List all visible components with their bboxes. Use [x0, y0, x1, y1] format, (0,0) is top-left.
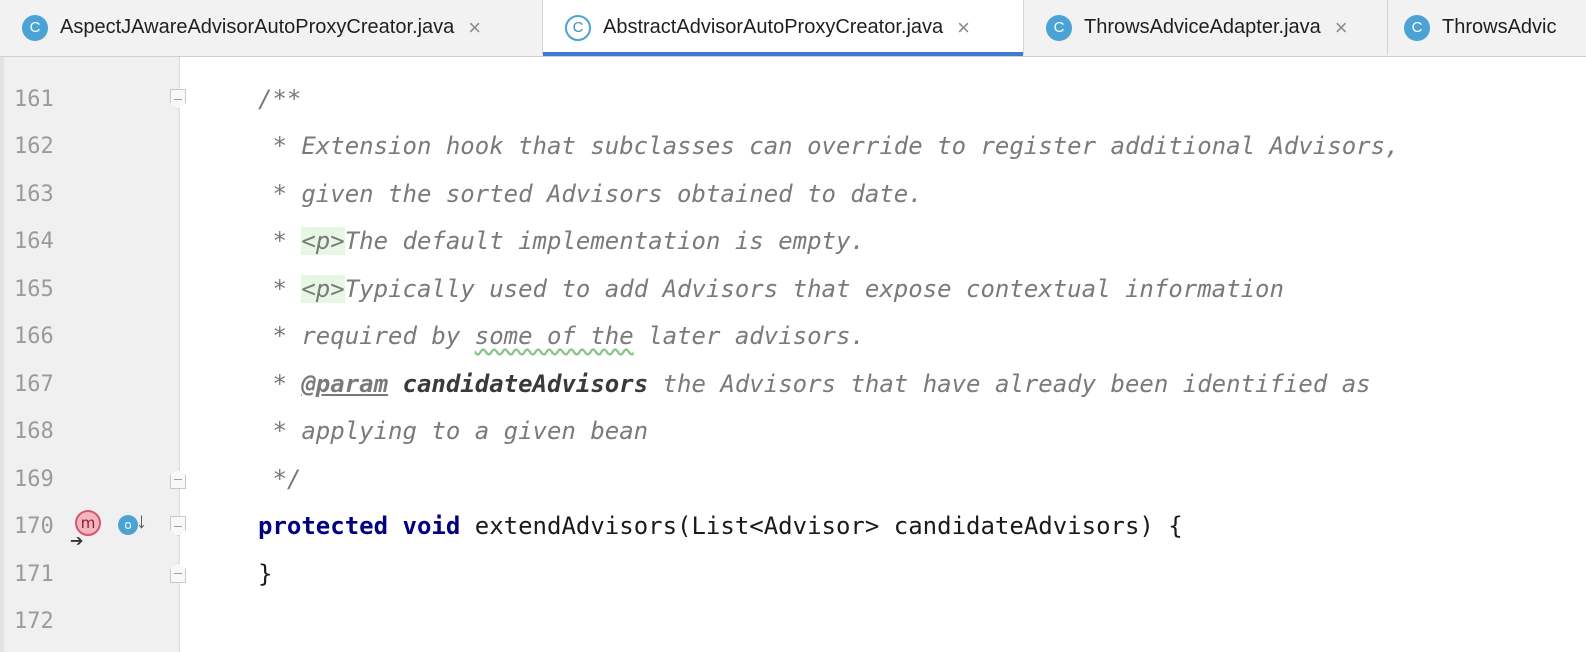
line-number: 170 [14, 514, 54, 539]
code-line-166: * required by some of the later advisors… [258, 313, 865, 360]
gutter-edge [0, 57, 4, 652]
tab-label: ThrowsAdviceAdapter.java [1084, 16, 1321, 38]
code-line-171: } [258, 560, 273, 588]
keyword-void: void [402, 512, 461, 540]
keyword-protected: protected [258, 512, 389, 540]
line-number: 164 [14, 229, 54, 254]
tab-throws-advice-adapter[interactable]: C ThrowsAdviceAdapter.java × [1024, 0, 1388, 55]
comment-text: * required by [258, 322, 475, 350]
tab-label: ThrowsAdvic [1442, 16, 1557, 38]
code-line-161: /** [258, 85, 302, 113]
comment-text: the Advisors that have already been iden… [648, 370, 1371, 398]
tab-label: AbstractAdvisorAutoProxyCreator.java [603, 16, 944, 38]
line-number: 169 [14, 467, 54, 492]
close-icon[interactable]: × [1335, 15, 1348, 41]
comment-star: * [258, 227, 302, 255]
code-line-162: * Extension hook that subclasses can ove… [258, 132, 1400, 160]
tab-aspectj-aware-advisor[interactable]: C AspectJAwareAdvisorAutoProxyCreator.ja… [0, 0, 543, 55]
line-number: 168 [14, 419, 54, 444]
comment-star: * [258, 370, 302, 398]
comment-star: * [258, 275, 302, 303]
editor-tab-bar: C AspectJAwareAdvisorAutoProxyCreator.ja… [0, 0, 1586, 57]
code-line-167: * @param candidateAdvisors the Advisors … [258, 361, 1371, 408]
implements-arrow-icon: ➔ [70, 533, 84, 550]
class-icon: C [1404, 14, 1430, 41]
method-signature: extendAdvisors(List<Advisor> candidateAd… [460, 512, 1183, 540]
javadoc-param-tag: @param [301, 370, 389, 398]
down-arrow-icon: ↓ [136, 508, 147, 533]
line-number: 171 [14, 562, 54, 587]
class-icon: C [1046, 14, 1072, 41]
html-tag: <p> [301, 275, 345, 303]
code-line-170: protected void extendAdvisors(List<Advis… [258, 503, 1183, 550]
overridden-marker-icon[interactable]: o [118, 515, 138, 535]
class-icon: C [565, 14, 591, 41]
class-icon: C [22, 14, 48, 41]
code-line-168: * applying to a given bean [258, 417, 649, 445]
line-number: 163 [14, 182, 54, 207]
line-number: 165 [14, 277, 54, 302]
editor-gutter: 161 162 163 164 165 166 167 168 169 170 … [0, 57, 180, 652]
code-line-163: * given the sorted Advisors obtained to … [258, 180, 923, 208]
tab-abstract-advisor[interactable]: C AbstractAdvisorAutoProxyCreator.java × [543, 0, 1024, 56]
tab-label: AspectJAwareAdvisorAutoProxyCreator.java [60, 16, 455, 38]
html-tag: <p> [301, 227, 345, 255]
close-icon[interactable]: × [957, 15, 970, 41]
line-number: 172 [14, 609, 54, 634]
code-line-164: * <p>The default implementation is empty… [258, 218, 865, 265]
line-number: 162 [14, 134, 54, 159]
comment-text: The default implementation is empty. [344, 227, 865, 255]
tab-throws-advice[interactable]: C ThrowsAdvic [1388, 0, 1586, 55]
line-number: 167 [14, 372, 54, 397]
code-line-169: */ [258, 465, 302, 493]
close-icon[interactable]: × [468, 15, 481, 41]
code-line-165: * <p>Typically used to add Advisors that… [258, 266, 1284, 313]
line-number: 161 [14, 87, 54, 112]
code-editor[interactable]: /** * Extension hook that subclasses can… [180, 57, 1586, 652]
comment-text: Typically used to add Advisors that expo… [344, 275, 1284, 303]
javadoc-param-name: candidateAdvisors [402, 370, 649, 398]
line-number: 166 [14, 324, 54, 349]
typo-highlight: some of the [474, 322, 634, 350]
comment-text: later advisors. [633, 322, 865, 350]
